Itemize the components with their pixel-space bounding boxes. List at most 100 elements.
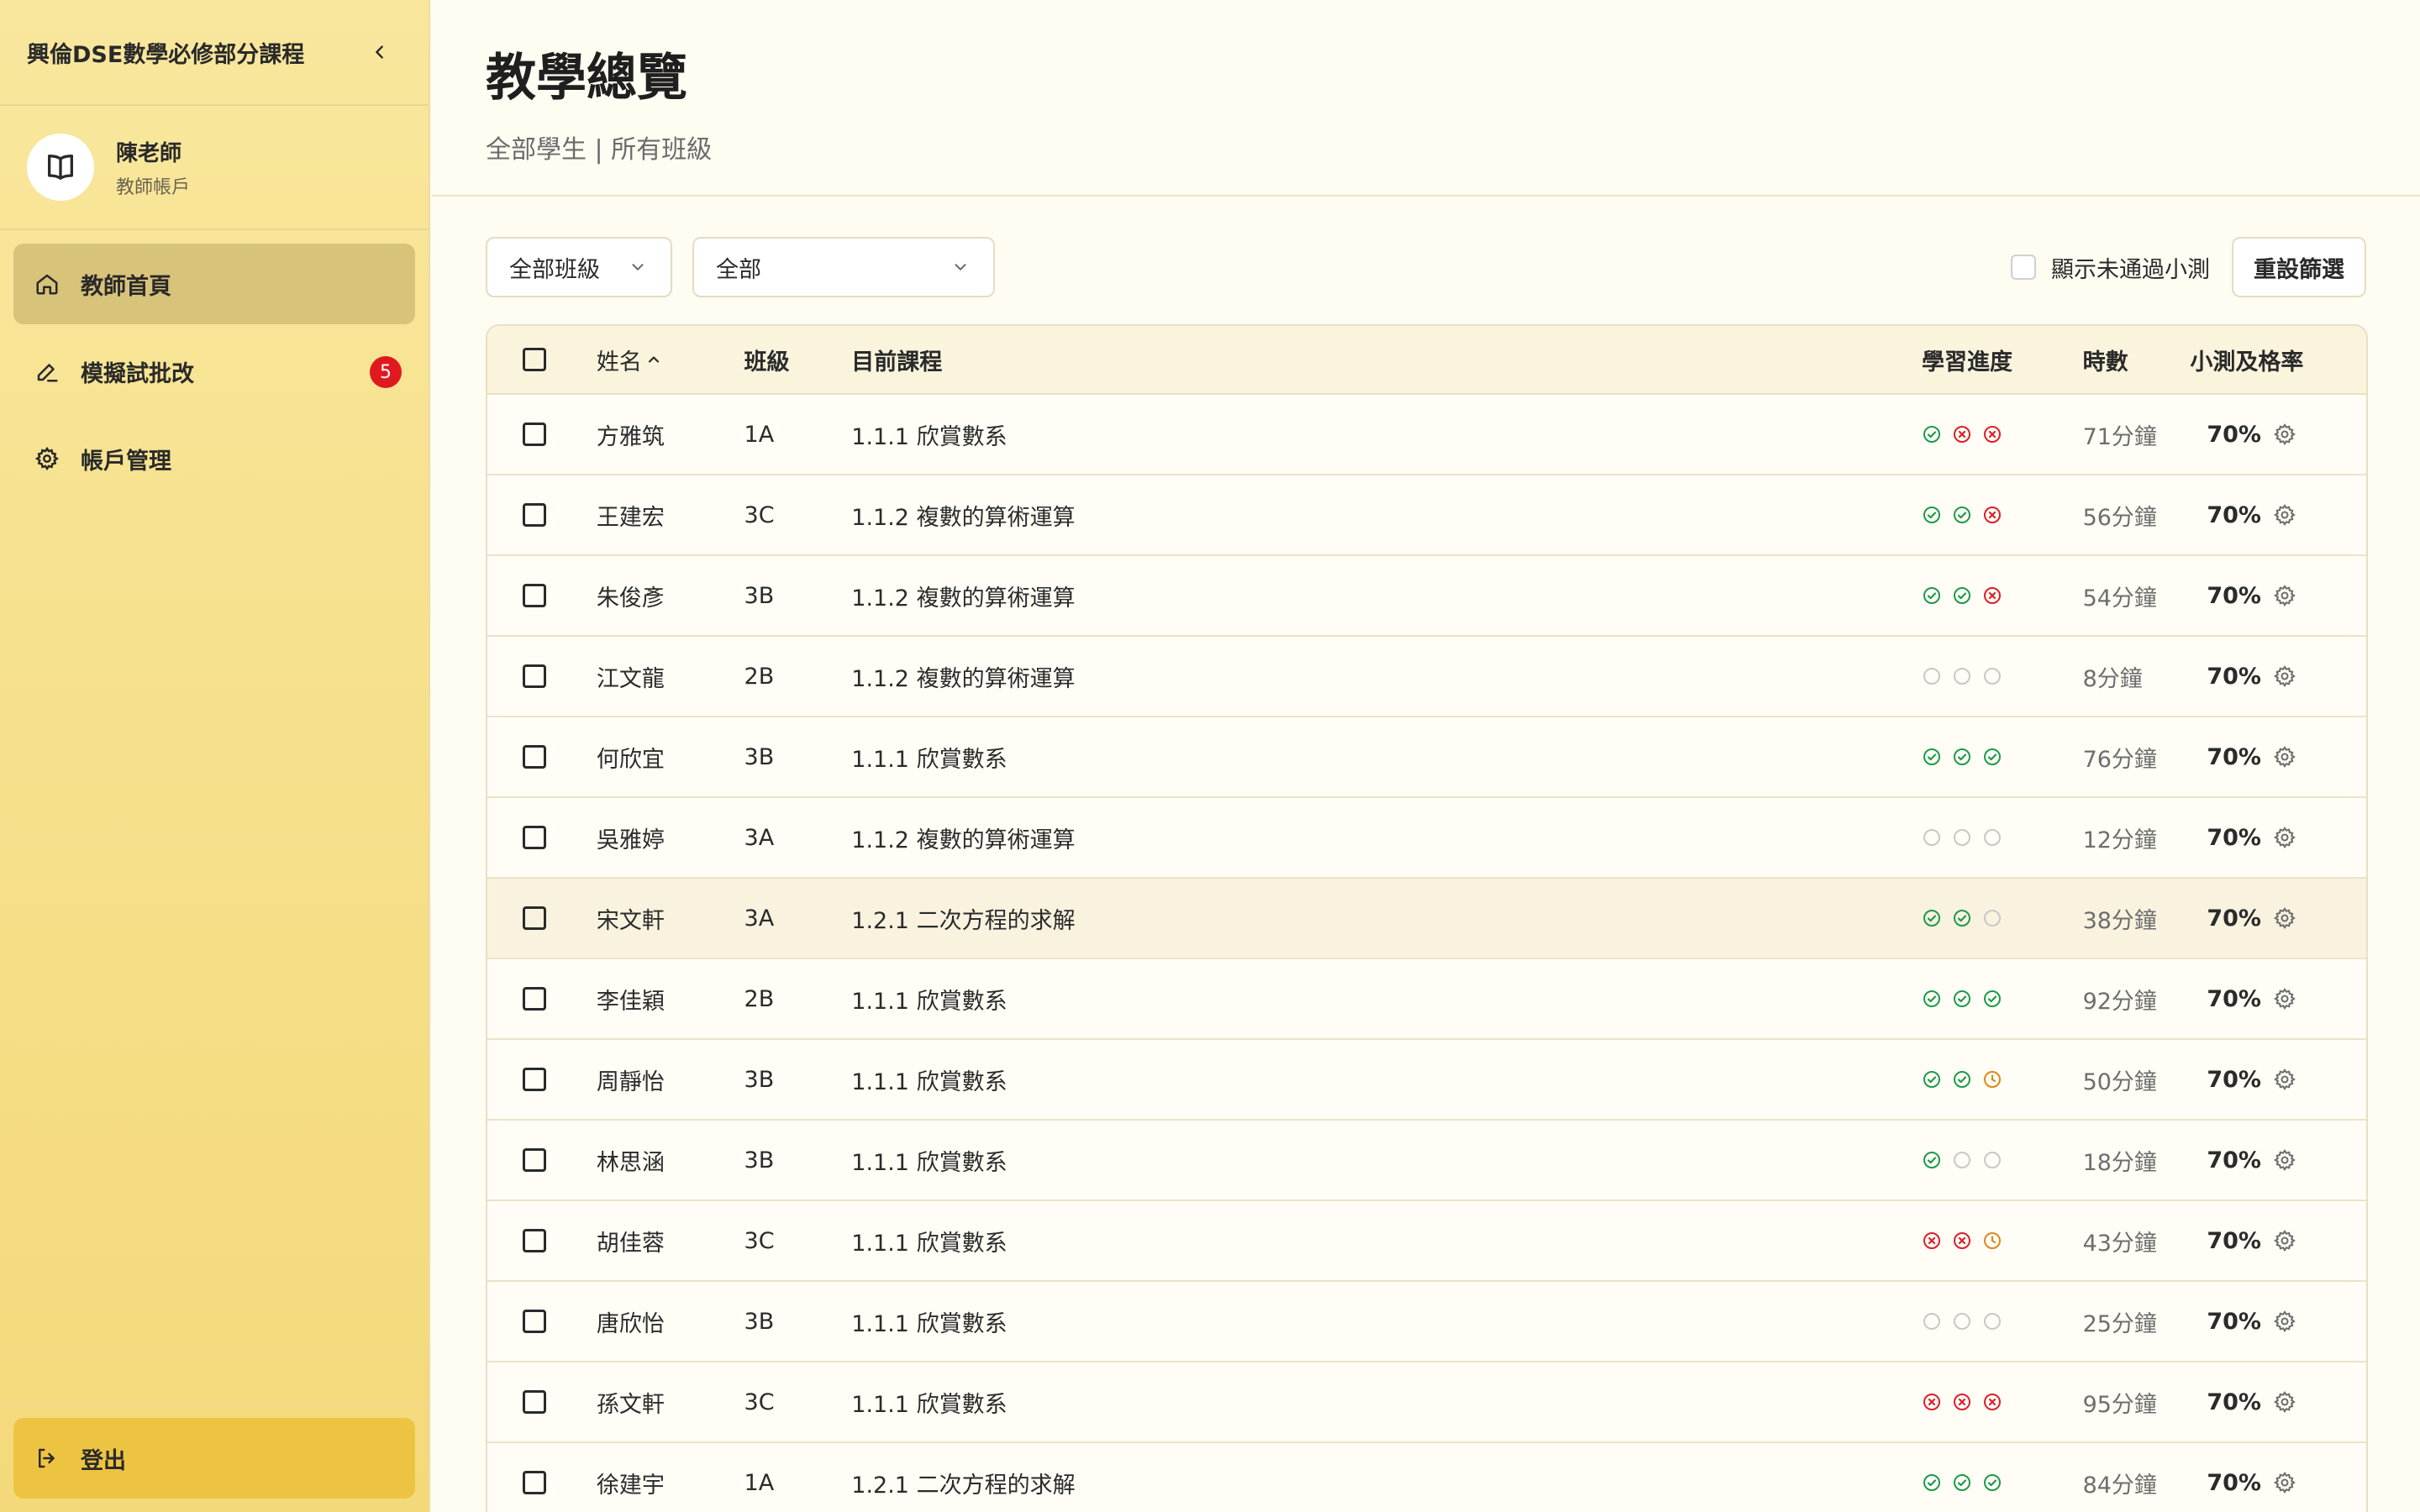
x-circle-icon (1982, 505, 2002, 525)
class-filter-select[interactable]: 全部班級 (486, 237, 672, 297)
sidebar-item-home[interactable]: 教師首頁 (13, 244, 415, 324)
sidebar-nav: 教師首頁 模擬試批改 5 帳戶管理 (0, 230, 429, 519)
gear-icon[interactable] (2273, 906, 2296, 930)
row-checkbox[interactable] (523, 1471, 546, 1494)
row-checkbox[interactable] (523, 664, 546, 688)
sidebar-item-label: 教師首頁 (81, 273, 171, 300)
clock-icon (1982, 1069, 2002, 1089)
student-class: 2B (744, 663, 775, 690)
select-all-checkbox[interactable] (523, 348, 546, 371)
app-title: 興倫DSE數學必修部分課程 (27, 41, 305, 68)
gear-icon[interactable] (2273, 1068, 2296, 1091)
gear-icon[interactable] (2273, 1148, 2296, 1172)
check-circle-icon (1922, 1473, 1942, 1493)
pass-rate-cell: 70% (2190, 1470, 2366, 1496)
gear-icon[interactable] (2273, 826, 2296, 849)
sidebar-item-marking[interactable]: 模擬試批改 5 (13, 331, 415, 412)
gear-icon[interactable] (2273, 1229, 2296, 1252)
user-profile: 陳老師 教師帳戶 (0, 106, 429, 230)
row-checkbox[interactable] (523, 423, 546, 446)
student-class: 3B (744, 582, 775, 609)
student-class: 3C (744, 1389, 775, 1415)
profile-text: 陳老師 教師帳戶 (116, 136, 190, 199)
student-name: 胡佳蓉 (596, 1230, 665, 1257)
check-circle-icon (1922, 747, 1942, 767)
row-checkbox[interactable] (523, 1229, 546, 1252)
pass-rate-value: 70% (2207, 1308, 2261, 1335)
row-checkbox[interactable] (523, 745, 546, 769)
gear-icon[interactable] (2273, 503, 2296, 527)
profile-role: 教師帳戶 (116, 176, 191, 198)
study-time: 54分鐘 (2082, 585, 2157, 612)
table-row: 王建宏 3C 1.1.2 複數的算術運算 56分鐘 70% (487, 475, 2366, 556)
current-course: 1.1.2 複數的算術運算 (851, 585, 1076, 612)
study-time: 18分鐘 (2082, 1149, 2157, 1176)
row-checkbox[interactable] (523, 584, 546, 607)
check-circle-icon (1922, 989, 1942, 1009)
student-class: 1A (744, 1469, 775, 1496)
current-course: 1.1.2 複數的算術運算 (851, 827, 1076, 853)
page-subtitle: 全部學生 | 所有班級 (486, 135, 713, 165)
name-column-header[interactable]: 姓名 (597, 344, 744, 376)
table-row: 朱俊彥 3B 1.1.2 複數的算術運算 54分鐘 70% (487, 556, 2366, 637)
progress-indicators (1922, 424, 2083, 444)
pass-rate-value: 70% (2207, 582, 2261, 609)
row-checkbox[interactable] (523, 1148, 546, 1172)
empty-circle-icon (1922, 666, 1942, 686)
table-row: 林思涵 3B 1.1.1 欣賞數系 18分鐘 70% (487, 1121, 2366, 1201)
class-column-header: 班級 (744, 349, 790, 375)
x-circle-icon (1982, 424, 2002, 444)
row-checkbox[interactable] (523, 1068, 546, 1091)
current-course: 1.1.2 複數的算術運算 (851, 504, 1076, 531)
pass-rate-value: 70% (2207, 663, 2261, 690)
table-row: 胡佳蓉 3C 1.1.1 欣賞數系 43分鐘 70% (487, 1201, 2366, 1282)
gear-icon[interactable] (2273, 1471, 2296, 1494)
course-column-header: 目前課程 (851, 349, 943, 375)
row-checkbox[interactable] (523, 1310, 546, 1333)
progress-indicators (1922, 1311, 2083, 1331)
reset-filters-button[interactable]: 重設篩選 (2232, 237, 2366, 297)
student-name: 江文龍 (596, 665, 665, 692)
check-circle-icon (1952, 585, 1972, 606)
row-checkbox[interactable] (523, 1390, 546, 1414)
check-circle-icon (1952, 1473, 1972, 1493)
collapse-sidebar-button[interactable] (365, 37, 395, 67)
gear-icon[interactable] (2273, 584, 2296, 607)
empty-circle-icon (1982, 1311, 2002, 1331)
current-course: 1.2.1 二次方程的求解 (851, 1472, 1076, 1499)
gear-icon[interactable] (2273, 423, 2296, 446)
pass-rate-value: 70% (2207, 985, 2261, 1012)
student-name: 方雅筑 (596, 423, 665, 450)
study-time: 84分鐘 (2082, 1472, 2157, 1499)
row-checkbox[interactable] (523, 826, 546, 849)
current-course: 1.1.1 欣賞數系 (851, 988, 1007, 1015)
row-checkbox[interactable] (523, 906, 546, 930)
check-circle-icon (1952, 505, 1972, 525)
logout-button[interactable]: 登出 (13, 1418, 415, 1499)
study-time: 71分鐘 (2082, 423, 2157, 450)
gear-icon[interactable] (2273, 987, 2296, 1011)
gear-icon[interactable] (2273, 1390, 2296, 1414)
chevron-down-icon (632, 264, 644, 270)
page-header: 教學總覽 全部學生 | 所有班級 (432, 0, 2420, 197)
current-course: 1.1.1 欣賞數系 (851, 1149, 1007, 1176)
show-failed-toggle[interactable]: 顯示未通過小測 (2011, 251, 2210, 284)
row-checkbox[interactable] (523, 987, 546, 1011)
student-table: 姓名 班級 目前課程 學習進度 時數 小測及格率 方雅筑 1A 1.1.1 欣賞數系… (486, 324, 2368, 1512)
sidebar-item-accounts[interactable]: 帳戶管理 (13, 418, 415, 499)
current-course: 1.1.1 欣賞數系 (851, 746, 1007, 773)
student-class: 2B (744, 985, 775, 1012)
pass-rate-cell: 70% (2190, 986, 2366, 1012)
show-failed-checkbox[interactable] (2011, 255, 2036, 280)
row-checkbox[interactable] (523, 503, 546, 527)
gear-icon[interactable] (2273, 745, 2296, 769)
class-filter-value: 全部班級 (509, 256, 600, 283)
pass-rate-cell: 70% (2190, 1389, 2366, 1415)
gear-icon[interactable] (2273, 1310, 2296, 1333)
pending-count-badge: 5 (370, 356, 402, 388)
pass-rate-column-header: 小測及格率 (2190, 349, 2304, 375)
status-filter-select[interactable]: 全部 (692, 237, 995, 297)
gear-icon[interactable] (2273, 664, 2296, 688)
empty-circle-icon (1922, 1311, 1942, 1331)
pass-rate-value: 70% (2207, 1066, 2261, 1093)
